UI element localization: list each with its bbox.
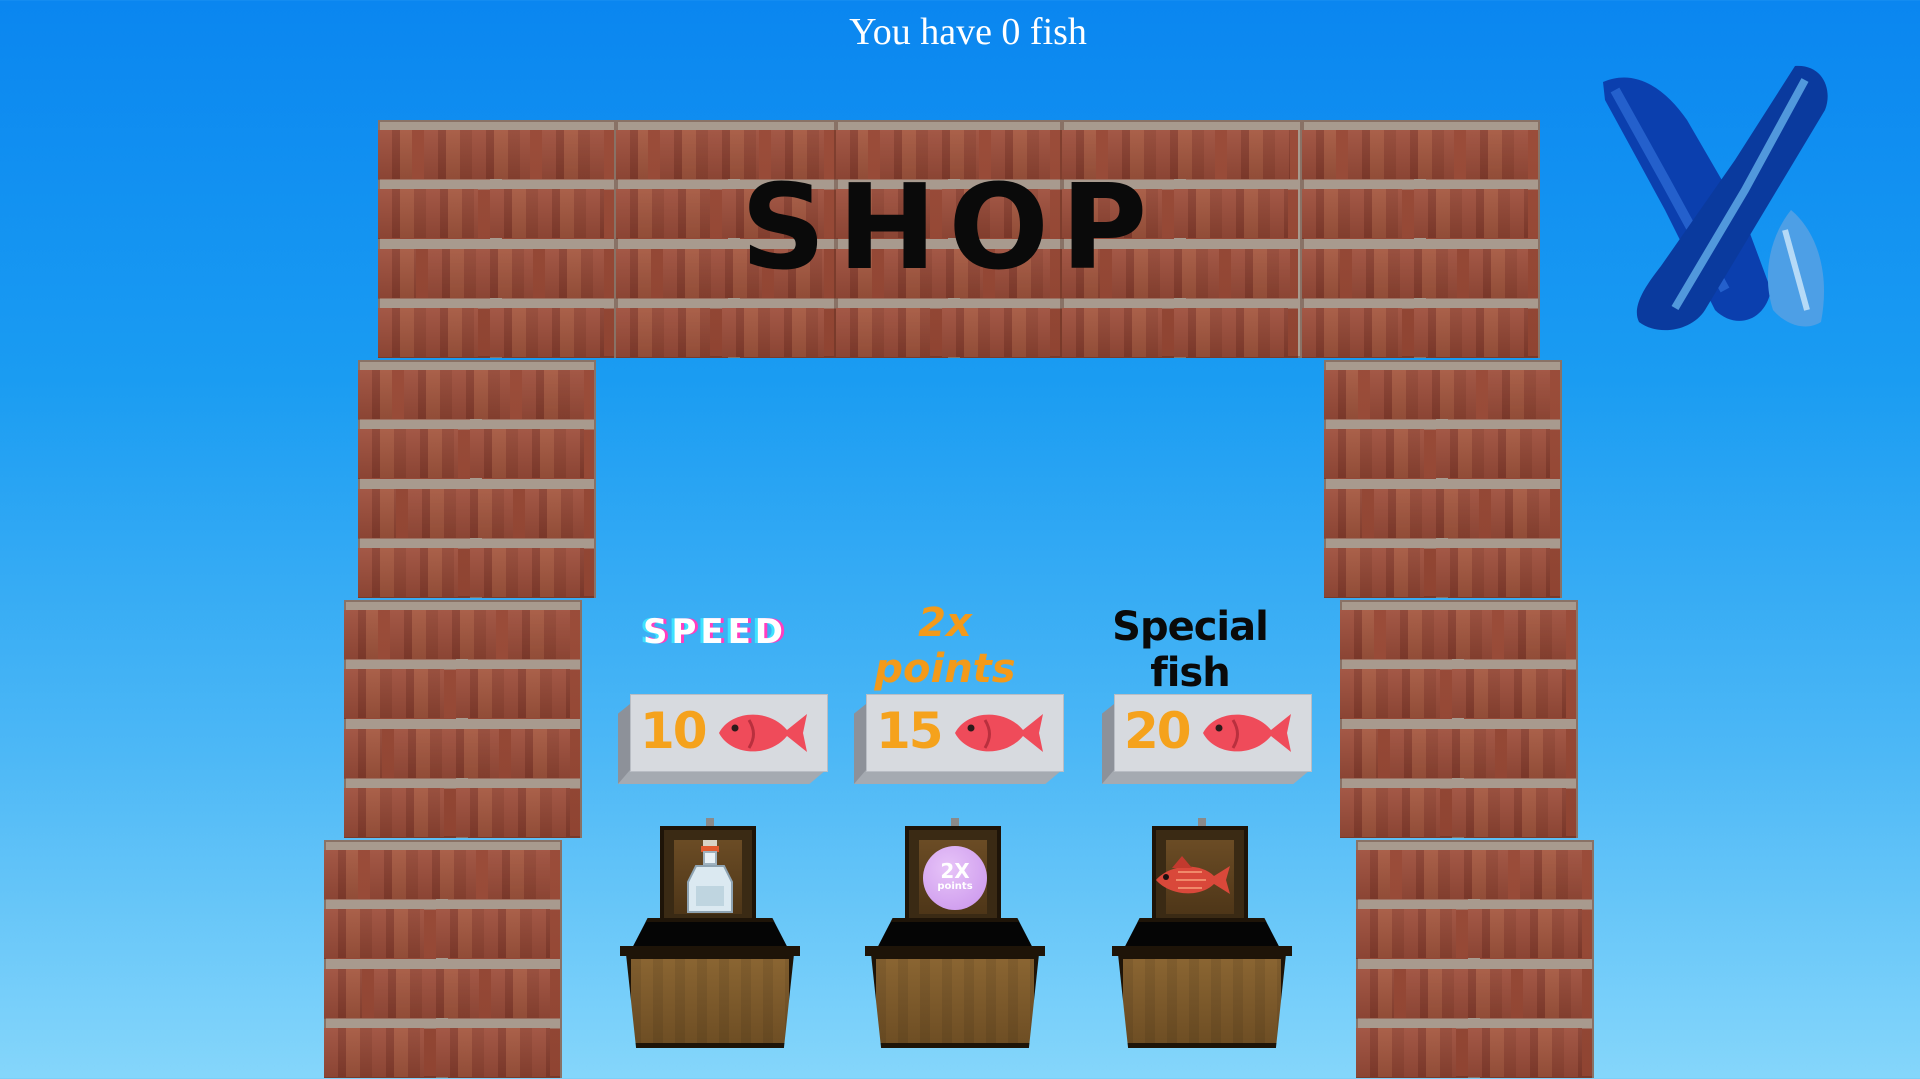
brick-block xyxy=(344,600,582,838)
chest-special-fish[interactable] xyxy=(1112,818,1292,1048)
shop-title: SHOP xyxy=(740,158,1160,296)
price-tag-special-fish[interactable]: 20 xyxy=(1102,694,1312,784)
brick-block xyxy=(1356,840,1594,1078)
fish-icon xyxy=(719,714,807,752)
price-value: 15 xyxy=(876,702,944,760)
potion-bottle-icon xyxy=(687,840,733,913)
chest-speed[interactable] xyxy=(620,818,800,1048)
price-tag-speed[interactable]: 10 xyxy=(618,694,828,784)
brick-block xyxy=(1324,360,1562,598)
2x-points-badge-icon: 2X points xyxy=(915,838,995,918)
chest-2x-points[interactable]: 2X points xyxy=(865,818,1045,1048)
item-label-speed: SPEED xyxy=(642,612,788,652)
price-value: 10 xyxy=(640,702,708,760)
price-value: 20 xyxy=(1124,702,1192,760)
brick-block xyxy=(378,120,616,358)
red-fish-icon xyxy=(1156,856,1230,894)
close-x-icon[interactable] xyxy=(1595,60,1845,340)
brick-block xyxy=(1340,600,1578,838)
brick-block xyxy=(324,840,562,1078)
brick-block xyxy=(1302,120,1540,358)
fish-icon xyxy=(955,714,1043,752)
price-tag-2x-points[interactable]: 15 xyxy=(854,694,1064,784)
fish-count-text: You have 0 fish xyxy=(849,11,1087,53)
brick-block xyxy=(358,360,596,598)
item-label-special-fish: Special fish xyxy=(1112,604,1269,696)
item-label-2x-points: 2x points xyxy=(874,600,1016,692)
fish-icon xyxy=(1203,714,1291,752)
